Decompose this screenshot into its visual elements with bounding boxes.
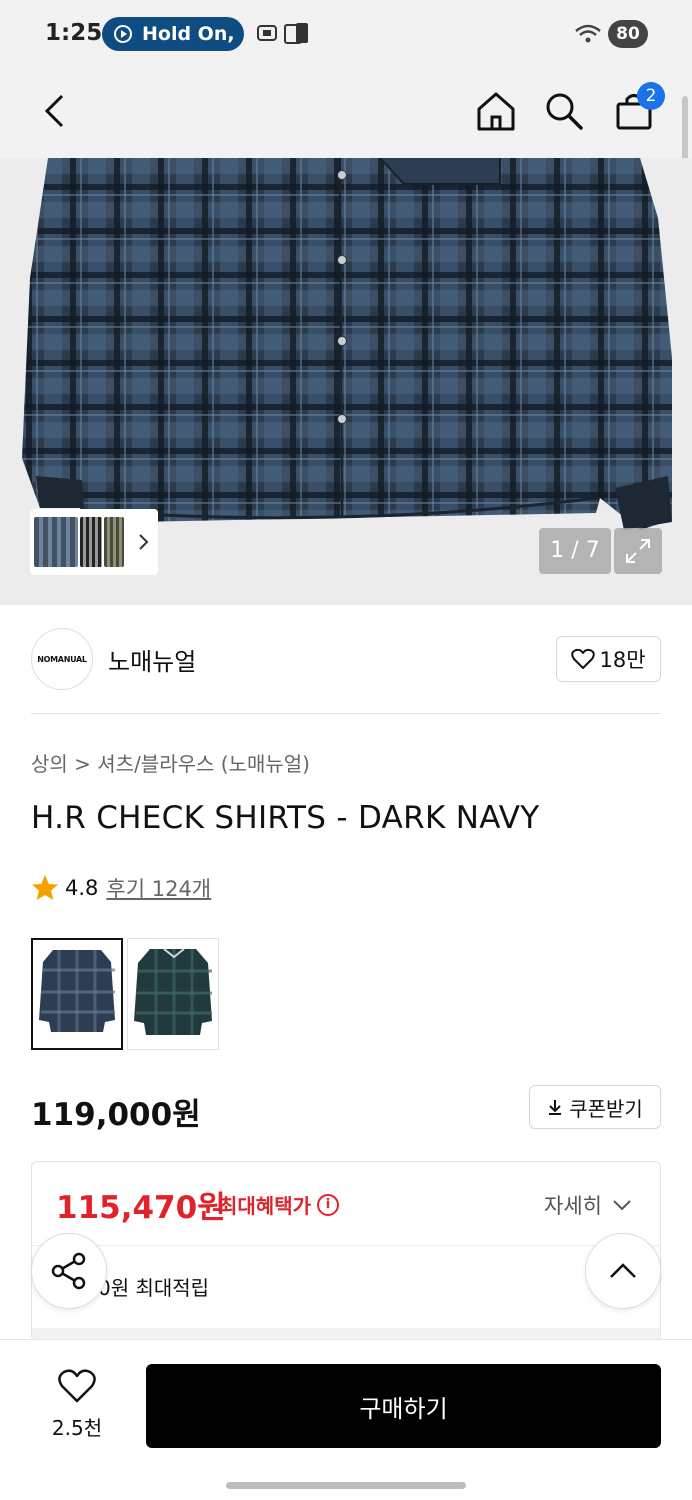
wishlist-count: 2.5천 <box>51 1416 103 1440</box>
brand-like-button[interactable]: 18만 <box>556 636 661 682</box>
star-icon <box>32 875 58 900</box>
divider <box>31 713 661 714</box>
screenshot-icon <box>257 25 277 41</box>
share-button[interactable] <box>31 1233 107 1309</box>
wifi-icon <box>575 24 601 43</box>
detail-toggle[interactable]: 자세히 <box>544 1190 632 1220</box>
download-icon <box>549 1100 562 1115</box>
brand-name[interactable]: 노매뉴얼 <box>108 642 196 677</box>
related-thumbnails[interactable] <box>30 509 158 575</box>
divider <box>32 1245 660 1246</box>
brand-like-count: 18만 <box>599 648 646 672</box>
max-benefit-box: 115,470원 최대혜택가 i 자세히 0원 최대적립 <box>31 1161 661 1341</box>
original-price: 119,000원 <box>31 1097 201 1133</box>
dark-navy-shirt-image <box>33 940 121 1048</box>
screen-mirror-icon <box>284 23 308 44</box>
status-bar: 1:25 Hold On, 80 <box>0 0 692 70</box>
info-icon[interactable]: i <box>317 1193 339 1216</box>
product-image-gallery[interactable]: 1 / 7 <box>0 158 692 605</box>
battery-indicator: 80 <box>608 20 648 48</box>
max-benefit-label: 최대혜택가 i <box>219 1190 339 1219</box>
hold-on-notification[interactable]: Hold On, <box>102 17 244 51</box>
search-button[interactable] <box>539 86 589 136</box>
review-link[interactable]: 후기 124개 <box>106 873 211 903</box>
cart-button[interactable]: 2 <box>609 82 665 136</box>
home-button[interactable] <box>471 86 521 136</box>
scroll-indicator[interactable] <box>682 96 688 162</box>
chevron-down-icon <box>613 1200 631 1211</box>
expand-image-button[interactable] <box>614 528 662 574</box>
green-shirt-image <box>128 939 218 1049</box>
search-icon <box>546 93 583 130</box>
scroll-to-top-button[interactable] <box>585 1233 661 1309</box>
app-header: 2 <box>0 70 692 158</box>
image-counter: 1 / 7 <box>539 528 611 574</box>
detail-label: 자세히 <box>544 1194 602 1218</box>
chevron-up-icon <box>610 1263 636 1278</box>
chevron-right-icon <box>139 534 149 550</box>
thumbnail-1 <box>34 517 78 567</box>
back-arrow-icon <box>44 94 64 128</box>
status-time: 1:25 <box>45 20 103 46</box>
home-indicator[interactable] <box>226 1482 466 1489</box>
color-option-dark-navy[interactable] <box>31 938 123 1050</box>
coupon-label: 쿠폰받기 <box>569 1096 643 1121</box>
brand-row: NOMANUAL 노매뉴얼 18만 <box>0 605 692 715</box>
cart-count-badge: 2 <box>637 82 665 110</box>
thumbnail-3 <box>104 517 124 567</box>
rating-value: 4.8 <box>65 876 99 900</box>
notification-label: Hold On, <box>142 23 235 45</box>
heart-icon <box>58 1369 96 1403</box>
product-title: H.R CHECK SHIRTS - DARK NAVY <box>31 800 540 836</box>
rating-row: 4.8 후기 124개 <box>31 873 211 903</box>
expand-icon <box>626 539 650 563</box>
max-points-text: 0원 최대적립 <box>98 1276 210 1300</box>
wishlist-button[interactable]: 2.5천 <box>40 1368 114 1441</box>
share-icon <box>51 1252 86 1290</box>
breadcrumb[interactable]: 상의 > 셔츠/블라우스 (노매뉴얼) <box>31 748 310 777</box>
get-coupon-button[interactable]: 쿠폰받기 <box>529 1085 661 1129</box>
brand-logo[interactable]: NOMANUAL <box>31 628 93 690</box>
buy-button[interactable]: 구매하기 <box>146 1364 661 1448</box>
thumbnail-2 <box>80 517 102 567</box>
color-option-green[interactable] <box>127 938 219 1050</box>
home-icon <box>477 92 515 131</box>
bottom-purchase-bar: 2.5천 구매하기 <box>0 1339 692 1500</box>
max-benefit-price: 115,470원 <box>56 1190 226 1226</box>
back-button[interactable] <box>30 86 80 136</box>
max-benefit-label-text: 최대혜택가 <box>219 1194 311 1218</box>
play-icon <box>114 25 132 43</box>
heart-icon <box>571 648 596 669</box>
